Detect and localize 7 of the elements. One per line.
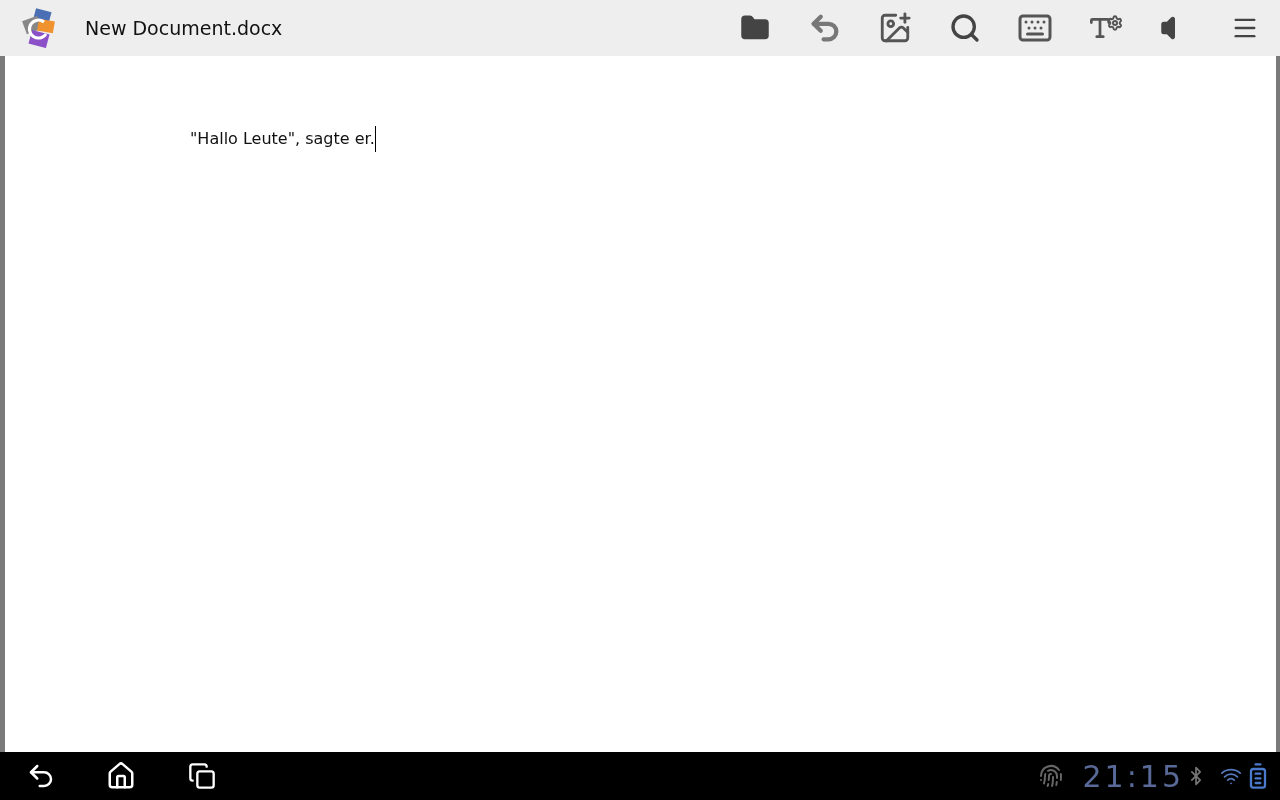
app-logo-icon[interactable] [20,8,58,48]
paragraph-text: "Hallo Leute", sagte er. [190,128,375,150]
document-title: New Document.docx [85,15,283,41]
text-cursor [374,126,376,152]
fingerprint-icon [1038,764,1063,788]
clock: 21:15 [1082,757,1184,796]
recent-apps-icon[interactable] [186,760,218,792]
